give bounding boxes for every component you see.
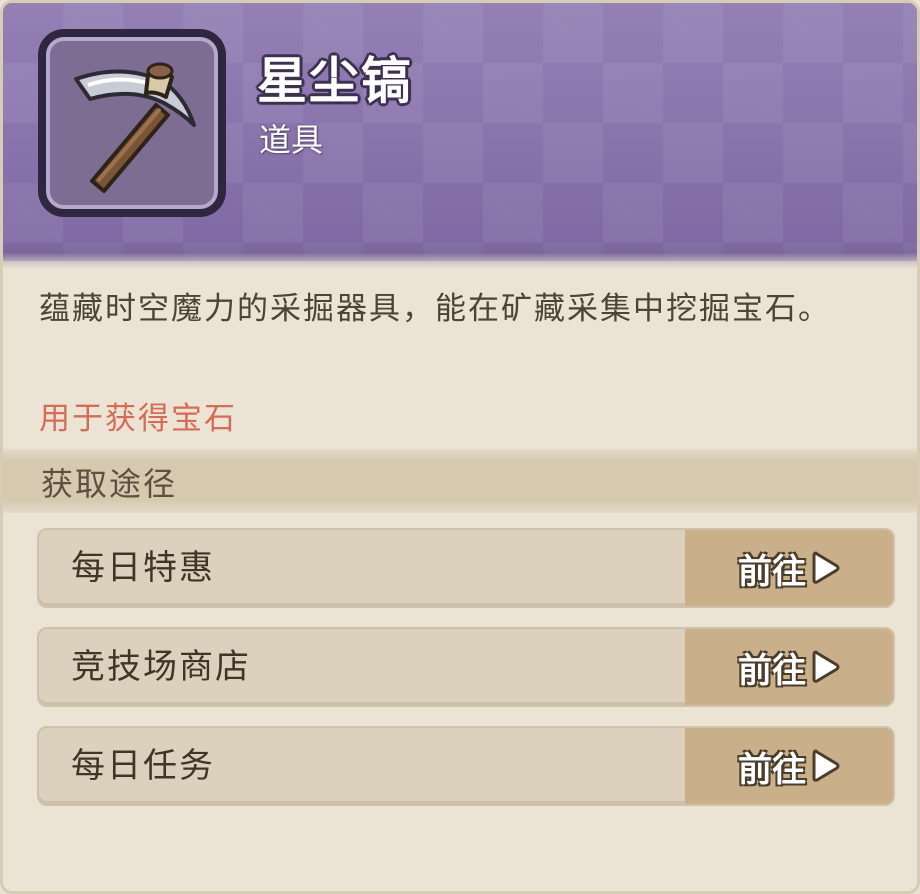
go-button-daily-deal[interactable]: 前往 — [685, 530, 893, 606]
source-label: 每日特惠 — [71, 548, 215, 588]
source-label: 竞技场商店 — [71, 647, 251, 687]
source-row-daily-task: 每日任务 前往 — [37, 726, 895, 806]
source-row-daily-deal: 每日特惠 前往 — [37, 528, 895, 608]
item-usage: 用于获得宝石 — [39, 401, 237, 437]
play-arrow-icon — [812, 650, 840, 683]
go-button-label: 前往 — [738, 650, 806, 691]
header-edge — [3, 239, 917, 269]
play-arrow-icon — [812, 551, 840, 584]
pickaxe-icon — [74, 62, 196, 193]
sources-title: 获取途径 — [41, 465, 178, 503]
item-detail-panel: 星尘镐 道具 蕴藏时空魔力的采掘器具，能在矿藏采集中挖掘宝石。 用于获得宝石 获… — [0, 0, 920, 894]
item-name: 星尘镐 — [257, 52, 413, 110]
go-button-label: 前往 — [738, 551, 806, 592]
item-icon-frame — [38, 29, 226, 217]
play-arrow-icon — [812, 749, 840, 782]
go-button-label: 前往 — [738, 749, 806, 790]
go-button-daily-task[interactable]: 前往 — [685, 728, 893, 804]
source-row-arena-shop: 竞技场商店 前往 — [37, 627, 895, 707]
item-type: 道具 — [259, 121, 324, 159]
item-description: 蕴藏时空魔力的采掘器具，能在矿藏采集中挖掘宝石。 — [39, 291, 831, 327]
go-button-arena-shop[interactable]: 前往 — [685, 629, 893, 705]
source-label: 每日任务 — [71, 746, 215, 786]
